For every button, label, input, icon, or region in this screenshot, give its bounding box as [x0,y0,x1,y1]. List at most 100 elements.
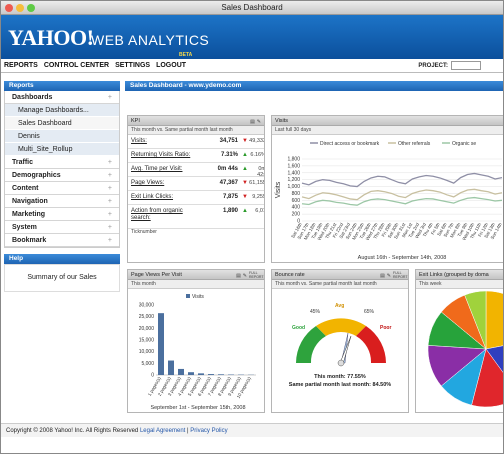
bar [208,374,214,375]
kpi-label-link[interactable]: Action from organic search: [131,208,201,222]
window-titlebar: Sales Dashboard [1,1,503,15]
legal-agreement-link[interactable]: Legal Agreement [140,428,185,434]
full-report-link[interactable]: FULL REPORT [249,271,264,281]
expand-icon[interactable]: + [108,156,112,169]
settings-icon[interactable]: ▤ [236,271,241,281]
gauge-avg-label: Avg [335,303,344,309]
dashboard-item-multi-site[interactable]: Multi_Site_Rollup [5,143,119,156]
kpi-value: 7.31% [220,152,238,158]
kpi-label-link[interactable]: Exit Link Clicks: [131,194,173,200]
menu-settings[interactable]: SETTINGS [115,62,150,69]
kpi-row: Visits: 34,751 ▼ 49,333 [128,135,264,149]
kpi-compare-value: 6.16% [250,152,265,158]
y-tick-label: 1,600 [287,163,300,169]
help-panel-header: Help [4,254,120,264]
gauge-hub [337,359,345,367]
y-tick-label: 0 [151,373,154,379]
nav-traffic[interactable]: Traffic + [5,156,119,169]
nav-bookmark[interactable]: Bookmark + [5,234,119,247]
y-axis-label: Visits [275,181,282,198]
y-tick-label: 25,000 [139,314,155,320]
top-menu: REPORTS CONTROL CENTER SETTINGS LOGOUT P… [1,59,503,73]
nav-dashboards[interactable]: Dashboards + [5,91,119,104]
expand-icon[interactable]: + [108,91,112,104]
nav-dashboards-label: Dashboards [12,94,53,101]
expand-icon[interactable]: + [108,234,112,247]
edit-icon[interactable]: ✎ [243,271,247,281]
visits-widget: Visits Last full 30 days Direct access o… [271,115,503,263]
gauge-poor-label: Poor [380,325,391,331]
y-tick-label: 1,200 [287,177,300,183]
x-axis-caption: August 16th - September 14th, 2008 [358,255,447,261]
legend-swatch [186,294,190,298]
bounce-widget-header: Bounce rate ▤ ✎ FULL REPORT [272,270,408,280]
nav-content-label: Content [12,185,39,192]
kpi-label-link[interactable]: Avg. Time per Visit: [131,166,182,172]
close-window-button[interactable] [5,4,13,12]
kpi-row: Exit Link Clicks: 7,875 ▼ 9,255 [128,191,264,205]
menu-control-center[interactable]: CONTROL CENTER [44,62,109,69]
menu-reports[interactable]: REPORTS [4,62,38,69]
expand-icon[interactable]: + [108,182,112,195]
nav-marketing[interactable]: Marketing + [5,208,119,221]
help-summary[interactable]: Summary of our Sales [4,264,120,292]
kpi-compare-value: 9,255 [252,194,265,200]
exitlinks-widget: Exit Links (grouped by doma This week [415,269,503,413]
kpi-subtitle: This month vs. Same partial month last m… [128,126,264,135]
expand-icon[interactable]: + [108,221,112,234]
pie-slice [485,290,503,350]
left-sidebar: Reports Dashboards + Manage Dashboards..… [4,81,120,292]
expand-icon[interactable]: + [108,208,112,221]
y-tick-label: 5,000 [141,361,154,367]
kpi-value: 0m 44s [217,166,238,172]
nav-content[interactable]: Content + [5,182,119,195]
kpi-row: Avg. Time per Visit:0m 44s▲0m 42s [128,163,264,178]
kpi-row: Page Views: 47,367 ▼ 61,155 [128,177,264,191]
pageviews-subtitle: This month [128,280,264,289]
menu-logout[interactable]: LOGOUT [156,62,186,69]
y-tick-label: 400 [292,205,301,211]
edit-icon[interactable]: ✎ [257,117,261,127]
yahoo-logo[interactable]: YAHOO! [8,25,94,51]
legend-label: Direct access or bookmark [320,141,380,147]
visits-subtitle: Last full 30 days [272,126,503,135]
kpi-extra-label: Ticknumber [131,229,157,235]
dashboard-item-sales[interactable]: Sales Dashboard [5,117,119,130]
y-tick-label: 20,000 [139,326,155,332]
bar [158,313,164,375]
nav-navigation[interactable]: Navigation + [5,195,119,208]
legend-label: Visits [192,294,204,300]
window-title: Sales Dashboard [221,3,283,12]
kpi-value: 1,890 [222,208,238,214]
zoom-window-button[interactable] [27,4,35,12]
y-tick-label: 10,000 [139,349,155,355]
y-tick-label: 200 [292,212,301,218]
kpi-label-link[interactable]: Visits: [131,138,147,144]
kpi-label-link[interactable]: Page Views: [131,180,164,186]
project-dropdown[interactable] [451,61,481,70]
settings-icon[interactable]: ▤ [250,117,255,127]
y-tick-label: 15,000 [139,338,155,344]
x-axis-caption: September 1st - September 15th, 2008 [150,405,245,411]
y-tick-label: 800 [292,191,301,197]
full-report-link[interactable]: FULL REPORT [393,271,408,281]
app-window: Sales Dashboard YAHOO! WEB ANALYTICS BET… [0,0,504,454]
dashboard-item-manage[interactable]: Manage Dashboards... [5,104,119,117]
minimize-window-button[interactable] [16,4,24,12]
nav-system[interactable]: System + [5,221,119,234]
settings-icon[interactable]: ▤ [380,271,385,281]
kpi-label-link[interactable]: Returning Visits Ratio: [131,152,190,158]
footer-copyright: Copyright © 2008 Yahoo! Inc. All Rights … [6,428,139,434]
kpi-widget: KPI ▤ ✎ This month vs. Same partial month… [127,115,265,263]
expand-icon[interactable]: + [108,169,112,182]
nav-demographics-label: Demographics [12,172,61,179]
kpi-widget-header: KPI ▤ ✎ [128,116,264,126]
expand-icon[interactable]: + [108,195,112,208]
product-name: WEB ANALYTICS [91,32,210,48]
edit-icon[interactable]: ✎ [387,271,391,281]
dashboard-item-dennis[interactable]: Dennis [5,130,119,143]
nav-demographics[interactable]: Demographics + [5,169,119,182]
privacy-policy-link[interactable]: Privacy Policy [190,428,227,434]
bar [178,368,184,375]
nav-bookmark-label: Bookmark [12,237,47,244]
